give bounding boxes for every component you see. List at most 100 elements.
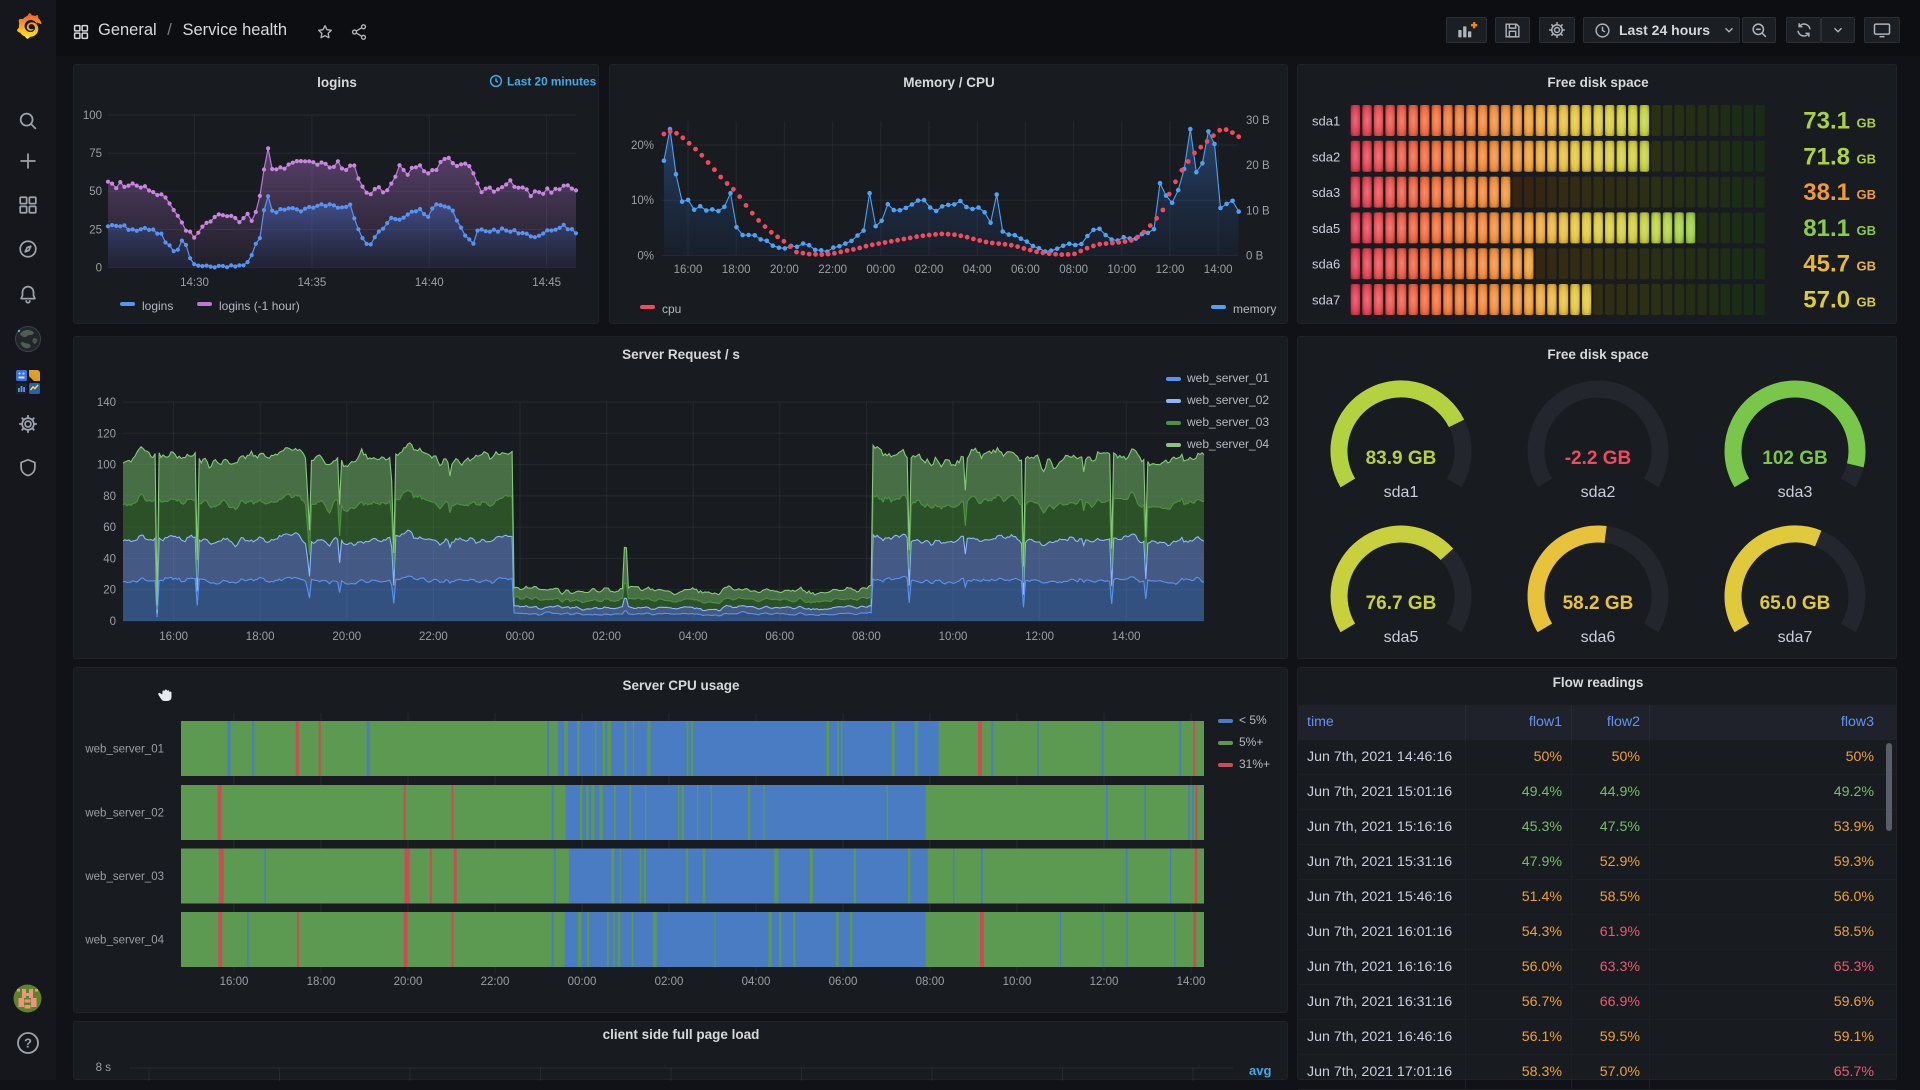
svg-text:38.1: 38.1 [1803, 179, 1850, 206]
svg-text:logins (-1 hour): logins (-1 hour) [219, 299, 300, 313]
svg-text:web_server_01: web_server_01 [84, 744, 164, 756]
svg-text:20%: 20% [631, 140, 654, 152]
svg-text:cpu: cpu [662, 302, 681, 316]
svg-text:sda1: sda1 [1384, 484, 1419, 501]
svg-text:83.9 GB: 83.9 GB [1366, 448, 1437, 469]
svg-text:sda3: sda3 [1778, 484, 1813, 501]
svg-text:GB: GB [1857, 223, 1877, 238]
svg-text:logins: logins [317, 75, 357, 90]
svg-text:Free disk space: Free disk space [1547, 347, 1649, 362]
svg-text:GB: GB [1857, 259, 1877, 274]
svg-text:20:00: 20:00 [394, 976, 423, 988]
svg-text:Memory / CPU: Memory / CPU [903, 75, 995, 90]
svg-text:web_server_01: web_server_01 [1186, 371, 1269, 385]
svg-text:sda5: sda5 [1384, 629, 1419, 646]
svg-text:08:00: 08:00 [852, 631, 881, 643]
svg-text:10:00: 10:00 [1107, 264, 1136, 276]
svg-text:GB: GB [1857, 187, 1877, 202]
svg-text:10:00: 10:00 [939, 631, 968, 643]
svg-text:31%+: 31%+ [1239, 757, 1270, 771]
svg-text:web_server_03: web_server_03 [1186, 415, 1269, 429]
svg-text:sda7: sda7 [1312, 293, 1340, 308]
svg-text:04:00: 04:00 [742, 976, 771, 988]
svg-text:30 B: 30 B [1246, 115, 1270, 127]
svg-text:00:00: 00:00 [568, 976, 597, 988]
svg-text:71.8: 71.8 [1803, 143, 1850, 170]
svg-text:10:00: 10:00 [1003, 976, 1032, 988]
svg-text:14:40: 14:40 [415, 277, 444, 289]
svg-text:14:00: 14:00 [1204, 264, 1233, 276]
svg-text:< 5%: < 5% [1239, 713, 1267, 727]
svg-text:0%: 0% [637, 250, 654, 262]
svg-text:22:00: 22:00 [419, 631, 448, 643]
svg-text:sda7: sda7 [1778, 629, 1813, 646]
svg-text:02:00: 02:00 [915, 264, 944, 276]
svg-text:web_server_02: web_server_02 [1186, 393, 1269, 407]
svg-text:45.7: 45.7 [1803, 251, 1850, 278]
svg-text:100: 100 [83, 110, 102, 122]
svg-text:120: 120 [97, 428, 116, 440]
svg-text:16:00: 16:00 [220, 976, 249, 988]
svg-text:18:00: 18:00 [722, 264, 751, 276]
svg-text:04:00: 04:00 [679, 631, 708, 643]
svg-text:81.1: 81.1 [1803, 215, 1850, 242]
svg-text:Server Request / s: Server Request / s [622, 347, 740, 362]
svg-text:10 B: 10 B [1246, 205, 1270, 217]
svg-text:Last 20 minutes: Last 20 minutes [507, 75, 597, 89]
svg-text:sda6: sda6 [1312, 257, 1340, 272]
svg-text:40: 40 [103, 553, 116, 565]
svg-text:02:00: 02:00 [655, 976, 684, 988]
svg-text:sda1: sda1 [1312, 114, 1340, 129]
svg-text:8 s: 8 s [96, 1062, 112, 1074]
svg-text:06:00: 06:00 [1011, 264, 1040, 276]
svg-text:00:00: 00:00 [866, 264, 895, 276]
svg-text:25: 25 [89, 224, 102, 236]
svg-text:65.0 GB: 65.0 GB [1760, 593, 1831, 614]
svg-text:00:00: 00:00 [506, 631, 535, 643]
svg-text:web_server_03: web_server_03 [84, 871, 164, 883]
svg-text:10%: 10% [631, 195, 654, 207]
svg-text:14:45: 14:45 [532, 277, 561, 289]
svg-text:75: 75 [89, 148, 102, 160]
svg-text:web_server_04: web_server_04 [84, 935, 164, 947]
svg-text:avg: avg [1249, 1063, 1271, 1078]
svg-text:sda6: sda6 [1581, 629, 1616, 646]
svg-text:22:00: 22:00 [818, 264, 847, 276]
svg-text:18:00: 18:00 [246, 631, 275, 643]
svg-text:80: 80 [103, 491, 116, 503]
svg-text:102 GB: 102 GB [1762, 448, 1827, 469]
svg-text:sda2: sda2 [1581, 484, 1616, 501]
svg-text:0: 0 [110, 616, 116, 628]
svg-text:logins: logins [142, 299, 173, 313]
svg-text:04:00: 04:00 [963, 264, 992, 276]
svg-text:12:00: 12:00 [1156, 264, 1185, 276]
svg-text:5%+: 5%+ [1239, 735, 1263, 749]
svg-text:GB: GB [1857, 295, 1877, 310]
svg-text:60: 60 [103, 522, 116, 534]
svg-text:14:00: 14:00 [1177, 976, 1206, 988]
svg-text:140: 140 [97, 397, 116, 409]
svg-text:100: 100 [97, 460, 116, 472]
svg-text:GB: GB [1857, 151, 1877, 166]
svg-text:12:00: 12:00 [1025, 631, 1054, 643]
svg-text:web_server_04: web_server_04 [1186, 437, 1269, 451]
svg-text:14:30: 14:30 [180, 277, 209, 289]
svg-text:16:00: 16:00 [674, 264, 703, 276]
svg-text:14:35: 14:35 [298, 277, 327, 289]
svg-text:sda5: sda5 [1312, 221, 1340, 236]
svg-text:Free disk space: Free disk space [1547, 75, 1649, 90]
svg-text:02:00: 02:00 [592, 631, 621, 643]
svg-text:50: 50 [89, 186, 102, 198]
svg-text:76.7 GB: 76.7 GB [1366, 593, 1437, 614]
svg-text:06:00: 06:00 [765, 631, 794, 643]
svg-text:14:00: 14:00 [1112, 631, 1141, 643]
svg-text:memory: memory [1233, 302, 1276, 316]
svg-text:06:00: 06:00 [829, 976, 858, 988]
svg-text:08:00: 08:00 [1059, 264, 1088, 276]
svg-text:73.1: 73.1 [1803, 108, 1850, 135]
svg-text:0: 0 [96, 263, 102, 275]
svg-text:20: 20 [103, 585, 116, 597]
svg-text:57.0: 57.0 [1803, 287, 1850, 314]
svg-text:12:00: 12:00 [1090, 976, 1119, 988]
svg-text:58.2 GB: 58.2 GB [1563, 593, 1634, 614]
